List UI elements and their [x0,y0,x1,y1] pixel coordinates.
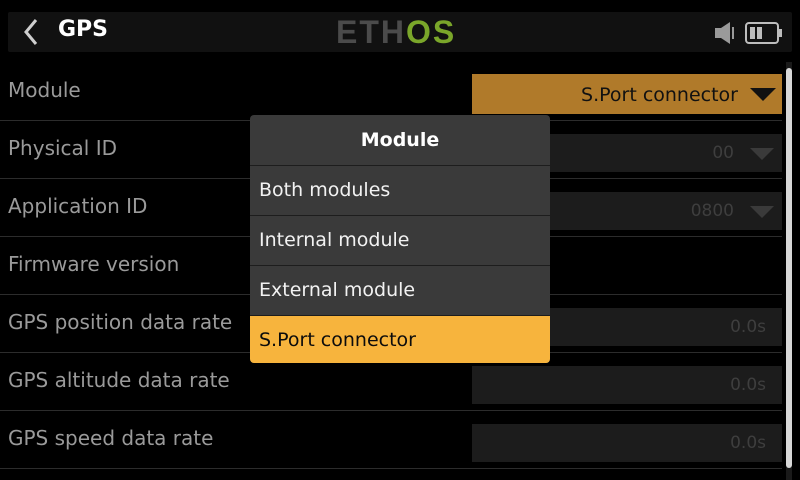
speaker-icon[interactable] [714,20,738,46]
option-sport-connector[interactable]: S.Port connector [250,316,550,363]
firmware-version-label: Firmware version [8,252,180,276]
module-dropdown-value: S.Port connector [581,84,738,106]
back-chevron-icon [24,19,38,45]
gps-position-rate-label: GPS position data rate [8,310,233,334]
dropdown-caret-icon [750,88,776,101]
option-internal-module[interactable]: Internal module [250,216,550,266]
application-id-value: 0800 [690,201,734,221]
settings-row-gps-speed-rate: GPS speed data rate 0.0s [0,410,782,469]
option-external-module[interactable]: External module [250,266,550,316]
physical-id-label: Physical ID [8,136,118,160]
logo-text-eth: ETH [336,13,406,50]
gps-speed-rate-field[interactable]: 0.0s [472,424,782,462]
page-title: GPS [58,17,109,42]
physical-id-value: 00 [712,143,734,163]
gps-altitude-rate-field[interactable]: 0.0s [472,366,782,404]
dropdown-caret-icon [750,206,774,218]
gps-speed-rate-label: GPS speed data rate [8,426,214,450]
logo-text-os: OS [406,13,457,50]
module-dropdown[interactable]: S.Port connector [472,74,782,114]
popup-title: Module [250,115,550,166]
application-id-label: Application ID [8,194,148,218]
battery-icon[interactable] [744,20,784,46]
option-both-modules[interactable]: Both modules [250,166,550,216]
scrollbar-thumb[interactable] [786,68,792,468]
module-label: Module [8,78,81,102]
back-button[interactable] [14,14,50,50]
header-bar: GPS ETH OS [0,0,800,62]
ethos-logo: ETH OS [336,14,456,50]
module-popup: Module Both modules Internal module Exte… [250,115,550,363]
gps-altitude-rate-label: GPS altitude data rate [8,368,230,392]
dropdown-caret-icon [750,148,774,160]
